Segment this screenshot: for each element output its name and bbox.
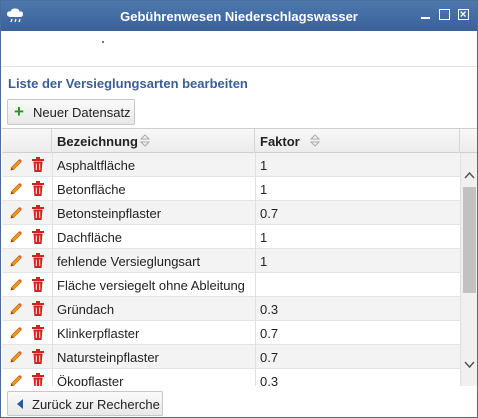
column-divider bbox=[255, 321, 256, 345]
column-divider bbox=[52, 153, 53, 177]
column-divider bbox=[255, 345, 256, 369]
cell-bezeichnung: fehlende Versieglungsart bbox=[57, 254, 201, 269]
grid-header: Bezeichnung Faktor bbox=[2, 129, 477, 153]
back-to-search-button[interactable]: Zurück zur Recherche bbox=[7, 391, 163, 416]
table-row[interactable]: Gründach 0.3 bbox=[2, 297, 460, 321]
column-divider bbox=[52, 249, 53, 273]
column-divider bbox=[52, 297, 53, 321]
table-row[interactable]: Asphaltfläche 1 bbox=[2, 153, 460, 177]
table-row[interactable]: Ökopflaster 0.3 bbox=[2, 369, 460, 386]
close-icon[interactable] bbox=[458, 9, 469, 20]
column-header-label: Faktor bbox=[260, 134, 300, 149]
cell-bezeichnung: Dachfläche bbox=[57, 230, 123, 245]
sort-icon[interactable] bbox=[140, 134, 150, 147]
cell-faktor: 0.7 bbox=[260, 206, 279, 221]
cell-faktor: 1 bbox=[260, 230, 268, 245]
trash-icon[interactable] bbox=[30, 348, 46, 365]
column-divider bbox=[52, 369, 53, 386]
column-divider bbox=[52, 345, 53, 369]
dialog-window: Gebührenwesen Niederschlagswasser Liste … bbox=[0, 0, 478, 418]
cell-faktor: 0.3 bbox=[260, 374, 279, 386]
trash-icon[interactable] bbox=[30, 228, 46, 245]
table-row[interactable]: Betonsteinpflaster 0.7 bbox=[2, 201, 460, 225]
table-row[interactable]: Klinkerpflaster 0.7 bbox=[2, 321, 460, 345]
column-divider bbox=[255, 177, 256, 201]
header-scroll-spacer bbox=[460, 129, 477, 153]
pencil-icon[interactable] bbox=[8, 325, 24, 341]
cell-faktor: 1 bbox=[260, 182, 268, 197]
sort-icon[interactable] bbox=[310, 134, 320, 147]
cell-bezeichnung: Asphaltfläche bbox=[57, 158, 136, 173]
trash-icon[interactable] bbox=[30, 300, 46, 317]
column-divider bbox=[255, 273, 256, 297]
trash-icon[interactable] bbox=[30, 276, 46, 293]
window-title: Gebührenwesen Niederschlagswasser bbox=[120, 9, 358, 24]
trash-icon[interactable] bbox=[30, 324, 46, 341]
pencil-icon[interactable] bbox=[8, 301, 24, 317]
column-divider bbox=[255, 201, 256, 225]
cell-faktor: 1 bbox=[260, 158, 268, 173]
pencil-icon[interactable] bbox=[8, 277, 24, 293]
trash-icon[interactable] bbox=[30, 180, 46, 197]
section-title: Liste der Versieglungsarten bearbeiten bbox=[8, 76, 248, 91]
column-header-bezeichnung[interactable]: Bezeichnung bbox=[52, 129, 255, 153]
cell-faktor: 0.7 bbox=[260, 350, 279, 365]
title-bar[interactable]: Gebührenwesen Niederschlagswasser bbox=[1, 1, 477, 31]
column-divider bbox=[52, 201, 53, 225]
back-to-search-label: Zurück zur Recherche bbox=[32, 397, 160, 412]
data-grid: Bezeichnung Faktor Asphaltfläche 1 Betonfl… bbox=[2, 128, 477, 386]
pencil-icon[interactable] bbox=[8, 181, 24, 197]
pencil-icon[interactable] bbox=[8, 205, 24, 221]
column-divider bbox=[255, 369, 256, 386]
divider-dot bbox=[102, 41, 104, 43]
pencil-icon[interactable] bbox=[8, 349, 24, 365]
column-divider bbox=[52, 321, 53, 345]
scroll-up-icon[interactable] bbox=[464, 171, 475, 179]
scroll-down-icon[interactable] bbox=[464, 361, 475, 369]
arrow-left-icon bbox=[17, 399, 23, 409]
column-divider bbox=[52, 273, 53, 297]
new-record-label: Neuer Datensatz bbox=[33, 105, 131, 120]
cell-bezeichnung: Natursteinpflaster bbox=[57, 350, 159, 365]
column-divider bbox=[52, 177, 53, 201]
column-divider bbox=[255, 225, 256, 249]
table-row[interactable]: Fläche versiegelt ohne Ableitung bbox=[2, 273, 460, 297]
column-divider bbox=[255, 297, 256, 321]
column-divider bbox=[52, 225, 53, 249]
cell-bezeichnung: Betonsteinpflaster bbox=[57, 206, 162, 221]
minimize-icon[interactable] bbox=[420, 9, 431, 20]
trash-icon[interactable] bbox=[30, 204, 46, 221]
column-header-faktor[interactable]: Faktor bbox=[255, 129, 460, 153]
pencil-icon[interactable] bbox=[8, 253, 24, 269]
column-divider bbox=[255, 249, 256, 273]
cell-faktor: 1 bbox=[260, 254, 268, 269]
column-divider bbox=[255, 153, 256, 177]
pencil-icon[interactable] bbox=[8, 229, 24, 245]
trash-icon[interactable] bbox=[30, 372, 46, 386]
column-header-label: Bezeichnung bbox=[57, 134, 138, 149]
maximize-icon[interactable] bbox=[439, 9, 450, 20]
table-row[interactable]: Dachfläche 1 bbox=[2, 225, 460, 249]
table-row[interactable]: Betonfläche 1 bbox=[2, 177, 460, 201]
cell-bezeichnung: Betonfläche bbox=[57, 182, 126, 197]
cell-faktor: 0.3 bbox=[260, 302, 279, 317]
vertical-scrollbar[interactable] bbox=[460, 153, 477, 386]
cell-faktor: 0.7 bbox=[260, 326, 279, 341]
cell-bezeichnung: Gründach bbox=[57, 302, 115, 317]
trash-icon[interactable] bbox=[30, 156, 46, 173]
pencil-icon[interactable] bbox=[8, 373, 24, 386]
pencil-icon[interactable] bbox=[8, 157, 24, 173]
scrollbar-thumb[interactable] bbox=[463, 187, 476, 293]
cell-bezeichnung: Ökopflaster bbox=[57, 374, 124, 386]
table-row[interactable]: Natursteinpflaster 0.7 bbox=[2, 345, 460, 369]
plus-icon: + bbox=[14, 102, 24, 121]
cell-bezeichnung: Fläche versiegelt ohne Ableitung bbox=[57, 278, 245, 293]
header-actions bbox=[2, 129, 52, 153]
new-record-button[interactable]: + Neuer Datensatz bbox=[7, 99, 135, 125]
top-strip bbox=[1, 31, 477, 67]
table-row[interactable]: fehlende Versieglungsart 1 bbox=[2, 249, 460, 273]
cell-bezeichnung: Klinkerpflaster bbox=[57, 326, 140, 341]
trash-icon[interactable] bbox=[30, 252, 46, 269]
